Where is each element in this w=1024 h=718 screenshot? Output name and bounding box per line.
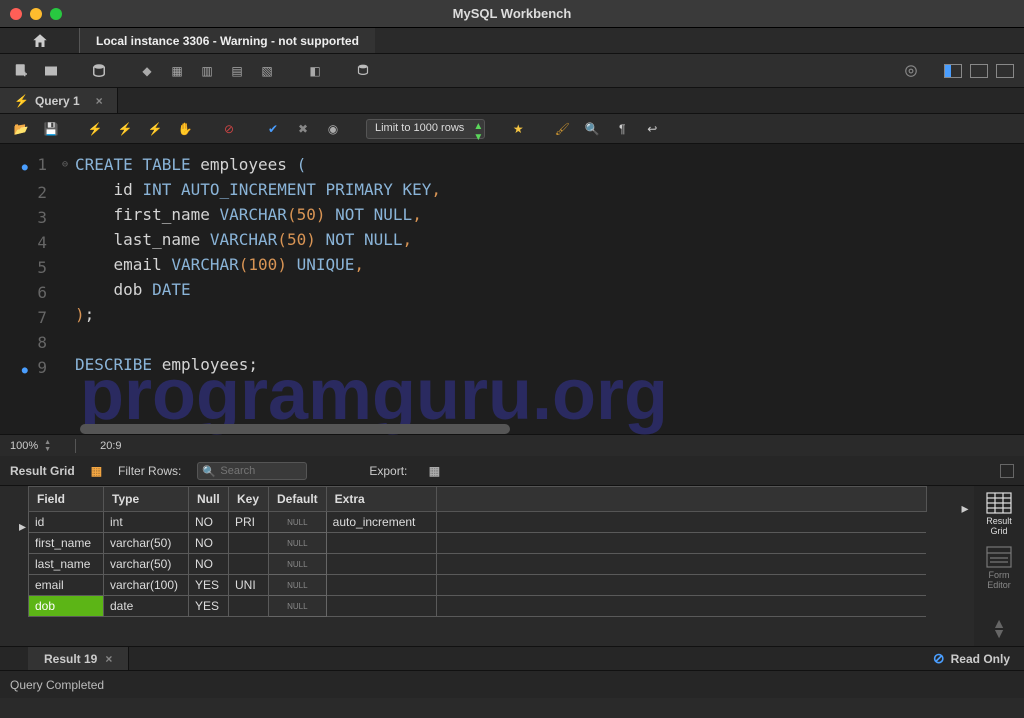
panel-toggle-icon[interactable]	[1000, 464, 1014, 478]
db5-icon[interactable]: ▧	[256, 60, 278, 82]
dash-icon[interactable]: ◧	[304, 60, 326, 82]
schema-icon[interactable]	[88, 60, 110, 82]
titlebar: MySQL Workbench	[0, 0, 1024, 28]
sql-editor[interactable]: ● 12345678● 9 ⊖ CREATE TABLE employees (…	[0, 144, 1024, 434]
export-label: Export:	[369, 464, 407, 478]
export-icon[interactable]: ▦	[423, 460, 445, 482]
horizontal-scrollbar[interactable]	[80, 424, 510, 434]
status-text: Query Completed	[10, 678, 104, 692]
nocommit-icon[interactable]: ⊘	[218, 118, 240, 140]
result-grid[interactable]: FieldTypeNullKeyDefaultExtraidintNOPRINU…	[28, 486, 956, 646]
result-tabs: Result 19 × ⊘ Read Only	[0, 646, 1024, 670]
toggle-output-icon[interactable]	[970, 64, 988, 78]
rollback-icon[interactable]: ✖	[292, 118, 314, 140]
mode-grid[interactable]: Result Grid	[986, 492, 1012, 536]
commit-icon[interactable]: ✔	[262, 118, 284, 140]
refresh-db-icon[interactable]	[352, 60, 374, 82]
close-tab-icon[interactable]: ×	[96, 94, 103, 108]
chevron-right-icon[interactable]: ▸	[19, 518, 26, 535]
close-result-icon[interactable]: ×	[105, 652, 112, 666]
toggle-secondary-icon[interactable]	[996, 64, 1014, 78]
grid-view-icon[interactable]: ▦	[91, 464, 102, 478]
zoom-level[interactable]: 100% ▲▼	[10, 439, 51, 453]
open-file-icon[interactable]: 📂	[10, 118, 32, 140]
row-selector-column: ▸	[0, 486, 28, 646]
toggle-sidebar-icon[interactable]	[944, 64, 962, 78]
status-bar: Query Completed	[0, 670, 1024, 698]
db3-icon[interactable]: ▥	[196, 60, 218, 82]
result-mode-panel: Result Grid Form Editor ▲▼	[974, 486, 1024, 646]
fold-column[interactable]: ⊖	[55, 144, 75, 434]
editor-statusbar: 100% ▲▼ 20:9	[0, 434, 1024, 456]
scroll-modes-icon[interactable]: ▲▼	[992, 618, 1006, 638]
invisible-icon[interactable]: ¶	[611, 118, 633, 140]
info-icon: ⊘	[933, 650, 945, 667]
line-gutter: ● 12345678● 9	[0, 144, 55, 434]
lightning-icon: ⚡	[14, 94, 29, 108]
save-icon[interactable]: 💾	[40, 118, 62, 140]
db4-icon[interactable]: ▤	[226, 60, 248, 82]
beautify-icon[interactable]: 🖌	[551, 118, 573, 140]
favorite-icon[interactable]: ★	[507, 118, 529, 140]
query-tab[interactable]: ⚡ Query 1 ×	[0, 88, 118, 113]
gear-icon[interactable]	[900, 60, 922, 82]
db1-icon[interactable]: ◆	[136, 60, 158, 82]
chevron-right-icon[interactable]: ▸	[961, 500, 968, 517]
result-tab[interactable]: Result 19 ×	[28, 647, 129, 670]
explain-icon[interactable]: ⚡	[144, 118, 166, 140]
execute-current-icon[interactable]: ⚡	[114, 118, 136, 140]
connection-tab[interactable]: Local instance 3306 - Warning - not supp…	[80, 28, 375, 53]
readonly-indicator: ⊘ Read Only	[919, 647, 1024, 670]
app-title: MySQL Workbench	[0, 6, 1024, 21]
cursor-position: 20:9	[100, 440, 121, 452]
new-query-icon[interactable]	[10, 60, 32, 82]
autocommit-icon[interactable]: ◉	[322, 118, 344, 140]
search-icon: 🔍	[202, 465, 216, 478]
limit-select[interactable]: Limit to 1000 rows ▲▼	[366, 119, 485, 139]
connection-tabs: Local instance 3306 - Warning - not supp…	[0, 28, 1024, 54]
result-grid-label: Result Grid	[10, 464, 75, 478]
query-tabs: ⚡ Query 1 ×	[0, 88, 1024, 114]
execute-icon[interactable]: ⚡	[84, 118, 106, 140]
db2-icon[interactable]: ▦	[166, 60, 188, 82]
mode-form[interactable]: Form Editor	[986, 546, 1012, 590]
query-toolbar: 📂 💾 ⚡ ⚡ ⚡ ✋ ⊘ ✔ ✖ ◉ Limit to 1000 rows ▲…	[0, 114, 1024, 144]
open-sql-icon[interactable]	[40, 60, 62, 82]
home-tab[interactable]	[0, 28, 80, 53]
result-header: Result Grid ▦ Filter Rows: 🔍 Export: ▦	[0, 456, 1024, 486]
find-icon[interactable]: 🔍	[581, 118, 603, 140]
stop-icon[interactable]: ✋	[174, 118, 196, 140]
filter-label: Filter Rows:	[118, 464, 181, 478]
wrap-icon[interactable]: ↩	[641, 118, 663, 140]
result-side-strip: ▸	[956, 486, 974, 646]
main-toolbar: ◆ ▦ ▥ ▤ ▧ ◧	[0, 54, 1024, 88]
